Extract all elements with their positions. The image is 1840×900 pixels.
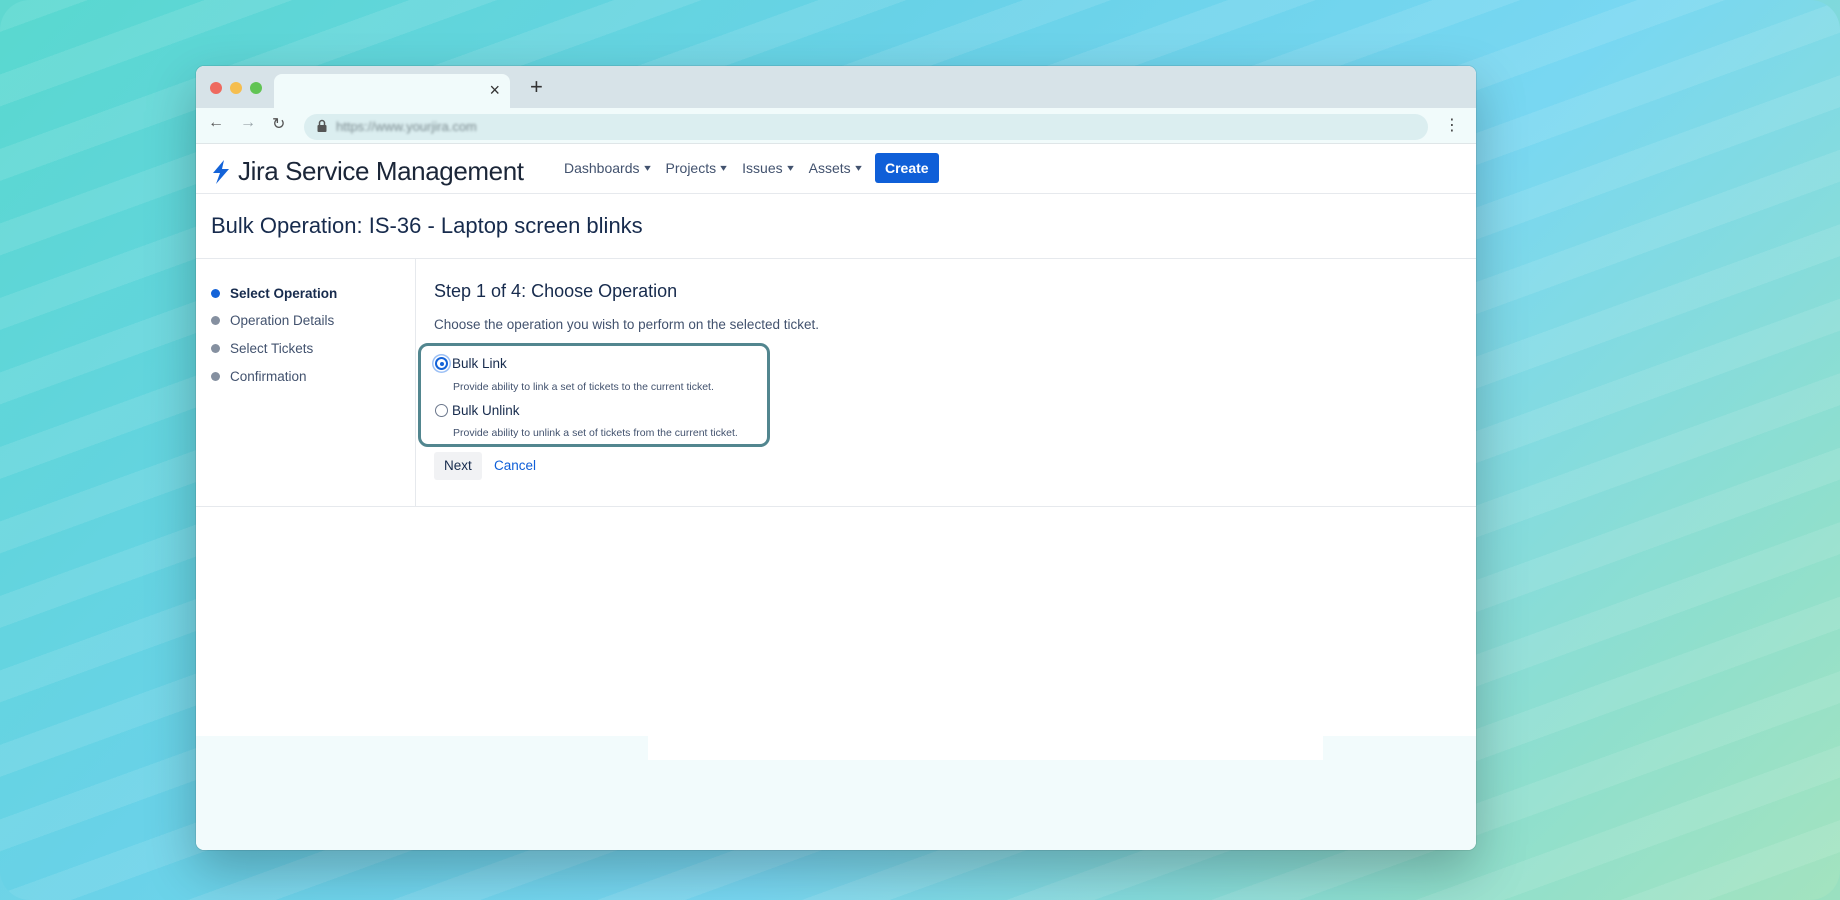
option-bulk-unlink[interactable]: Bulk Unlink bbox=[435, 403, 520, 418]
browser-window: × + ← → ↻ https://www.yourjira.com ⋮ Jir… bbox=[196, 66, 1476, 850]
nav-projects-label: Projects bbox=[665, 160, 717, 176]
nav-issues-label: Issues bbox=[742, 160, 783, 176]
next-button[interactable]: Next bbox=[434, 452, 482, 480]
chevron-down-icon: ▾ bbox=[643, 162, 651, 174]
nav-dashboards[interactable]: Dashboards ▾ bbox=[564, 160, 650, 176]
product-name: Jira Service Management bbox=[238, 156, 524, 186]
nav-assets[interactable]: Assets ▾ bbox=[808, 160, 862, 176]
maximize-window-button[interactable] bbox=[250, 82, 262, 94]
step-bullet bbox=[211, 316, 220, 325]
option-bulk-link[interactable]: Bulk Link bbox=[435, 356, 507, 371]
step-label: Select Operation bbox=[230, 286, 338, 301]
step-title: Step 1 of 4: Choose Operation bbox=[434, 281, 678, 301]
operation-options: Bulk Link Provide ability to link a set … bbox=[418, 343, 770, 447]
url-text: https://www.yourjira.com bbox=[336, 119, 477, 134]
nav-issues[interactable]: Issues ▾ bbox=[742, 160, 793, 176]
bulk-unlink-radio[interactable] bbox=[435, 404, 448, 417]
forward-icon[interactable]: → bbox=[240, 114, 256, 132]
create-button[interactable]: Create bbox=[875, 153, 939, 183]
back-icon[interactable]: ← bbox=[208, 114, 224, 132]
window-controls bbox=[210, 82, 262, 94]
step-description: Choose the operation you wish to perform… bbox=[434, 317, 819, 332]
browser-tab[interactable]: × bbox=[274, 74, 510, 108]
jira-header: Jira Service Management Dashboards ▾ Pro… bbox=[196, 144, 1476, 194]
bulk-link-radio[interactable] bbox=[435, 357, 448, 370]
tab-bar: × + bbox=[196, 66, 1476, 108]
step-bullet bbox=[211, 344, 220, 353]
chevron-down-icon: ▾ bbox=[720, 162, 727, 174]
close-window-button[interactable] bbox=[210, 82, 222, 94]
step-bullet bbox=[211, 372, 220, 381]
reload-icon[interactable]: ↻ bbox=[272, 114, 285, 134]
top-nav: Dashboards ▾ Projects ▾ Issues ▾ Assets … bbox=[564, 160, 861, 176]
jira-logo[interactable]: Jira Service Management bbox=[210, 156, 524, 187]
nav-dashboards-label: Dashboards bbox=[564, 160, 640, 176]
bulk-unlink-help: Provide ability to unlink a set of ticke… bbox=[453, 427, 738, 439]
nav-assets-label: Assets bbox=[808, 160, 851, 176]
bulk-link-help: Provide ability to link a set of tickets… bbox=[453, 381, 714, 393]
step-bullet bbox=[211, 289, 220, 298]
nav-projects[interactable]: Projects ▾ bbox=[666, 160, 727, 176]
minimize-window-button[interactable] bbox=[230, 82, 242, 94]
page-header: Bulk Operation: IS-36 - Laptop screen bl… bbox=[196, 194, 1476, 259]
wizard-steps: Select Operation Operation Details Selec… bbox=[196, 259, 416, 507]
wizard-content: Select Operation Operation Details Selec… bbox=[196, 259, 1476, 507]
step-operation-details[interactable]: Operation Details bbox=[211, 313, 334, 328]
step-confirmation[interactable]: Confirmation bbox=[211, 369, 307, 384]
jira-lightning-icon bbox=[213, 159, 229, 184]
address-bar: ← → ↻ https://www.yourjira.com ⋮ bbox=[196, 108, 1476, 144]
chevron-down-icon: ▾ bbox=[786, 162, 794, 174]
browser-menu-icon[interactable]: ⋮ bbox=[1444, 115, 1460, 135]
step-select-tickets[interactable]: Select Tickets bbox=[211, 341, 313, 356]
step-label: Select Tickets bbox=[230, 341, 314, 356]
step-select-operation[interactable]: Select Operation bbox=[211, 286, 337, 301]
lock-icon bbox=[317, 119, 327, 132]
step-label: Operation Details bbox=[230, 313, 335, 328]
new-tab-icon[interactable]: + bbox=[530, 74, 543, 100]
chevron-down-icon: ▾ bbox=[854, 162, 862, 174]
background-frame: × + ← → ↻ https://www.yourjira.com ⋮ Jir… bbox=[0, 0, 1840, 900]
tab-close-icon[interactable]: × bbox=[489, 80, 500, 101]
cancel-link[interactable]: Cancel bbox=[494, 458, 536, 473]
step-label: Confirmation bbox=[230, 369, 307, 384]
bulk-unlink-label: Bulk Unlink bbox=[452, 403, 520, 418]
url-field[interactable]: https://www.yourjira.com bbox=[304, 114, 1428, 140]
bulk-link-label: Bulk Link bbox=[452, 356, 507, 371]
page-title: Bulk Operation: IS-36 - Laptop screen bl… bbox=[211, 213, 643, 238]
footer-panel bbox=[648, 736, 1323, 760]
